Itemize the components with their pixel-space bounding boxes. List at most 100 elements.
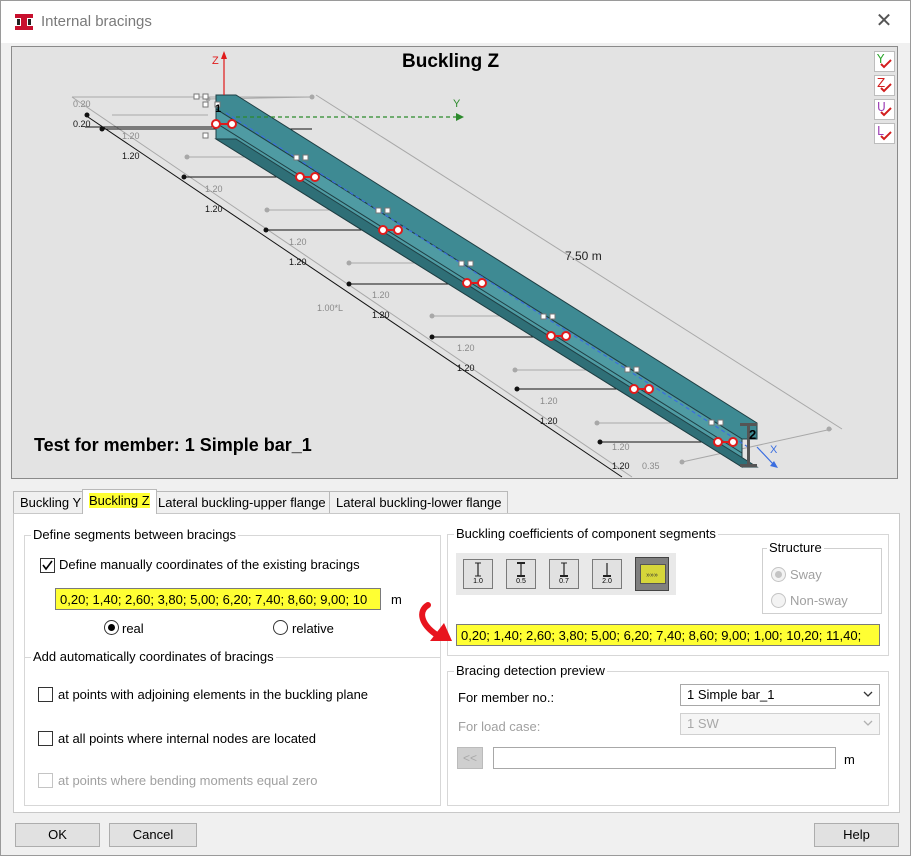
coeff-label: »»» (646, 572, 658, 579)
loadcase-label: For load case: (458, 719, 541, 734)
zero-moments-checkbox (38, 773, 53, 788)
sway-label: Sway (790, 567, 822, 582)
cancel-button[interactable]: Cancel (109, 823, 197, 847)
dialog-window: Internal bracings ✕ Buckling Z Z Y X 2 1… (0, 0, 911, 856)
coeff-0-7-button[interactable]: 0.7 (549, 559, 579, 589)
dim-label: 1.20 (205, 184, 223, 194)
sway-radio (771, 567, 786, 582)
member-label: For member no.: (458, 690, 555, 705)
bracing-coordinates-input[interactable]: 0,20; 1,40; 2,60; 3,80; 5,00; 6,20; 7,40… (55, 588, 381, 610)
view-title: Buckling Z (402, 51, 500, 72)
tab-buckling-y[interactable]: Buckling Y (13, 491, 89, 513)
dim-label: 1.20 (289, 237, 307, 247)
real-label: real (122, 621, 144, 636)
define-segments-group: Define segments between bracings Define … (24, 527, 441, 658)
member-select-value: 1 Simple bar_1 (687, 687, 775, 702)
coeff-label: 0.5 (516, 578, 526, 585)
coeff-1-0-button[interactable]: 1.0 (463, 559, 493, 589)
chevron-down-icon (863, 720, 873, 726)
tab-label: Buckling Z (89, 493, 150, 508)
tab-lateral-lower-flange[interactable]: Lateral buckling-lower flange (329, 491, 509, 513)
dim-label: 0.20 (73, 99, 91, 109)
dim-label: 1.20 (289, 257, 307, 267)
non-sway-radio (771, 593, 786, 608)
group-title: Buckling coefficients of component segme… (454, 526, 718, 541)
dim-label: 1.20 (457, 363, 475, 373)
coeff-label: 1.0 (473, 578, 483, 585)
preview-input[interactable] (493, 747, 836, 769)
view-upper-flange-button[interactable]: U (874, 99, 895, 120)
group-title: Structure (767, 540, 824, 555)
axis-x-label: X (770, 444, 778, 456)
check-icon (880, 83, 892, 93)
coeff-0-5-button[interactable]: 0.5 (506, 559, 536, 589)
real-radio[interactable] (104, 620, 119, 635)
help-button[interactable]: Help (814, 823, 899, 847)
check-icon (880, 59, 892, 69)
loadcase-select: 1 SW (680, 713, 880, 735)
title-bar: Internal bracings ✕ (1, 1, 910, 43)
bracing-preview-group: Bracing detection preview For member no.… (447, 663, 889, 806)
dim-label: 1.20 (372, 310, 390, 320)
structure-group: Structure Sway Non-sway (762, 540, 882, 614)
group-title: Add automatically coordinates of bracing… (31, 649, 276, 664)
coeff-2-0-button[interactable]: 2.0 (592, 559, 622, 589)
member-caption: Test for member: 1 Simple bar_1 (34, 435, 312, 455)
dim-label: 0.20 (73, 119, 91, 129)
relative-label: relative (292, 621, 334, 636)
dim-label: 1.20 (122, 131, 140, 141)
coeff-label: 2.0 (602, 578, 612, 585)
coeff-apply-button[interactable]: »»» (635, 557, 669, 591)
coords-unit: m (391, 592, 402, 607)
dim-label: 1.20 (372, 290, 390, 300)
member-select[interactable]: 1 Simple bar_1 (680, 684, 880, 706)
manual-coordinates-checkbox[interactable] (40, 558, 55, 573)
axis-z-label: Z (212, 55, 219, 67)
zero-moments-label: at points where bending moments equal ze… (58, 773, 318, 788)
checkmark-icon (42, 560, 53, 571)
end-dim-label: 0.35 (642, 461, 660, 471)
dim-label: 1.20 (457, 343, 475, 353)
member-end-number: 2 (749, 427, 757, 442)
back-button: << (457, 747, 483, 769)
axis-y-label: Y (453, 98, 461, 110)
internal-nodes-label: at all points where internal nodes are l… (58, 731, 316, 746)
non-sway-label: Non-sway (790, 593, 848, 608)
group-title: Bracing detection preview (454, 663, 607, 678)
tab-lateral-upper-flange[interactable]: Lateral buckling-upper flange (151, 491, 333, 513)
internal-nodes-checkbox[interactable] (38, 731, 53, 746)
preview-unit: m (844, 752, 855, 767)
view-y-button[interactable]: Y (874, 51, 895, 72)
dim-label: 1.20 (205, 204, 223, 214)
factor-label: 1.00*L (317, 303, 344, 313)
check-icon (880, 131, 892, 141)
dim-label: 1.20 (122, 151, 140, 161)
dim-label: 1.20 (612, 442, 630, 452)
coefficients-input[interactable]: 0,20; 1,40; 2,60; 3,80; 5,00; 6,20; 7,40… (456, 624, 880, 646)
bar-drawing (71, 51, 843, 478)
relative-radio[interactable] (273, 620, 288, 635)
view-lower-flange-button[interactable]: L (874, 123, 895, 144)
member-3d-preview[interactable]: Buckling Z Z Y X 2 1 7.50 m 0.20 0.20 1.… (11, 46, 898, 479)
annotation-arrow-icon (419, 602, 452, 641)
member-length-label: 7.50 m (565, 249, 602, 263)
window-title: Internal bracings (41, 13, 152, 30)
check-icon (880, 107, 892, 117)
ok-button[interactable]: OK (15, 823, 100, 847)
loadcase-select-value: 1 SW (687, 716, 719, 731)
dim-label: 1.20 (612, 461, 630, 471)
adjoining-elements-checkbox[interactable] (38, 687, 53, 702)
group-title: Define segments between bracings (31, 527, 239, 542)
chevron-down-icon (863, 691, 873, 697)
dim-label: 1.20 (540, 396, 558, 406)
auto-coordinates-group: Add automatically coordinates of bracing… (24, 649, 441, 806)
member-start-number: 1 (215, 103, 222, 115)
app-logo-icon (15, 14, 33, 30)
tab-buckling-z[interactable]: Buckling Z (82, 489, 157, 514)
dim-label: 1.20 (540, 416, 558, 426)
view-z-button[interactable]: Z (874, 75, 895, 96)
adjoining-elements-label: at points with adjoining elements in the… (58, 687, 369, 702)
manual-coordinates-label: Define manually coordinates of the exist… (59, 557, 360, 572)
coeff-label: 0.7 (559, 578, 569, 585)
close-icon[interactable]: ✕ (874, 11, 894, 31)
